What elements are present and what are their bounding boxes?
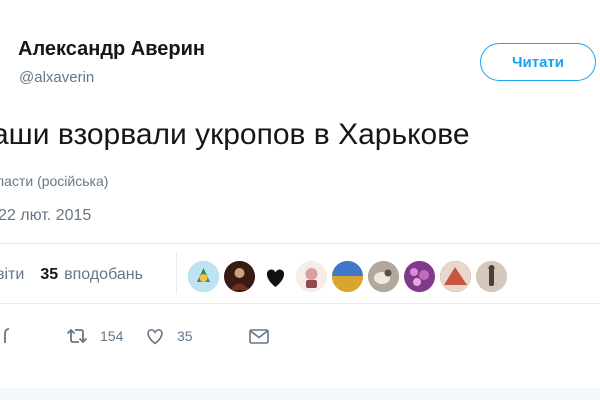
retweets-label[interactable]: віти xyxy=(0,266,24,284)
stats-row: віти 35 вподобань xyxy=(0,262,143,288)
tweet-actions: 154 35 xyxy=(0,326,600,350)
retweet-icon xyxy=(66,326,88,346)
avatar-flowers[interactable] xyxy=(404,261,435,292)
direct-message-button[interactable] xyxy=(248,326,270,346)
retweet-button[interactable]: 154 xyxy=(66,326,123,346)
tweet-text: аши взорвали укропов в Харькове xyxy=(0,118,470,151)
reply-icon xyxy=(4,326,10,346)
like-count: 35 xyxy=(177,328,193,344)
translate-link[interactable]: ласти (російська) xyxy=(0,173,108,189)
avatar-cartoon[interactable] xyxy=(296,261,327,292)
avatar-emblem[interactable] xyxy=(188,261,219,292)
reply-button[interactable] xyxy=(4,326,10,346)
avatar-animal[interactable] xyxy=(368,261,399,292)
likes-count[interactable]: 35 xyxy=(40,266,58,284)
like-button[interactable]: 35 xyxy=(145,326,193,346)
avatar-figure[interactable] xyxy=(476,261,507,292)
author-handle[interactable]: @alxaverin xyxy=(19,69,94,86)
bottom-bar xyxy=(0,388,600,400)
envelope-icon xyxy=(248,326,270,346)
avatar-dark-portrait[interactable] xyxy=(224,261,255,292)
divider xyxy=(0,243,600,244)
avatar-heart[interactable] xyxy=(260,261,291,292)
retweet-count: 154 xyxy=(100,328,124,344)
liker-avatars xyxy=(188,261,507,292)
likes-label[interactable]: вподобань xyxy=(64,266,143,284)
avatar-red-abstract[interactable] xyxy=(440,261,471,292)
divider xyxy=(0,303,600,304)
stats-separator xyxy=(176,252,177,294)
avatar-field[interactable] xyxy=(332,261,363,292)
heart-icon xyxy=(145,326,165,346)
author-name[interactable]: Александр Аверин xyxy=(18,38,205,61)
tweet-date[interactable]: 22 лют. 2015 xyxy=(0,207,91,225)
follow-button[interactable]: Читати xyxy=(480,43,596,81)
